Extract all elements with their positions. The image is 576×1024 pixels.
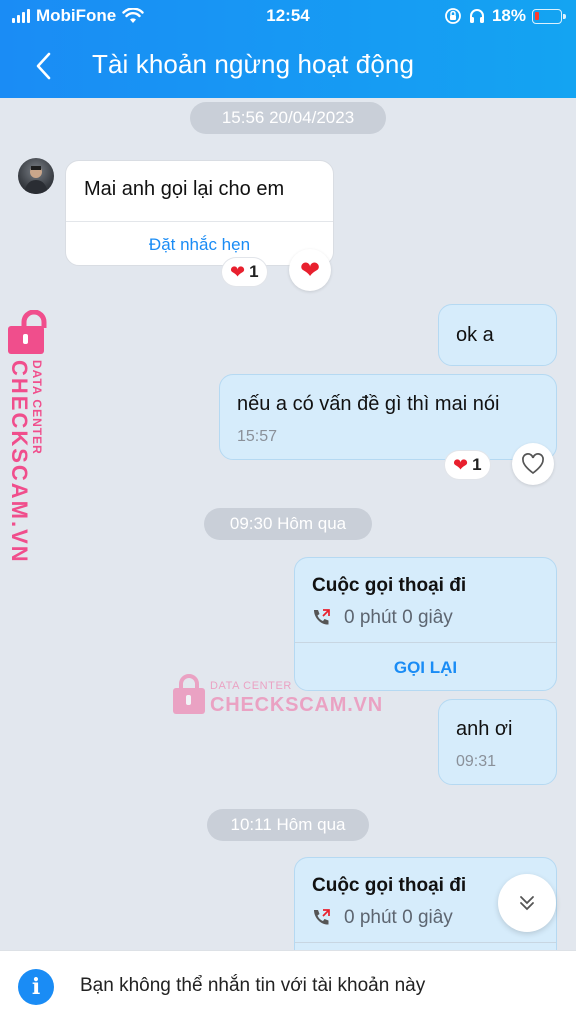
message-time: 15:57: [237, 428, 278, 445]
message-text: nếu a có vấn đề gì thì mai nói: [237, 393, 500, 415]
react-button[interactable]: ❤: [289, 249, 331, 291]
divider: [295, 642, 556, 643]
heart-icon: ❤: [299, 256, 321, 284]
outgoing-message-bubble[interactable]: [219, 374, 557, 460]
chat-area[interactable]: 15:56 20/04/2023 Mai anh gọi lại cho em …: [0, 98, 576, 950]
person-icon: [24, 166, 48, 194]
divider: [295, 942, 556, 943]
outgoing-call-icon: [314, 909, 330, 925]
headphones-icon: [469, 9, 484, 23]
heart-icon: ❤: [230, 261, 246, 282]
reaction-count: 1: [249, 262, 259, 281]
lock-icon: [173, 674, 205, 714]
message-text: ok a: [456, 324, 494, 346]
set-reminder-link[interactable]: Đặt nhắc hẹn: [66, 235, 333, 255]
call-duration-row: 0 phút 0 giây: [310, 907, 453, 929]
rotation-lock-icon: [445, 8, 461, 24]
battery-level: [535, 11, 539, 20]
call-title: Cuộc gọi thoại đi: [312, 875, 467, 896]
watermark-big-text: CHECKSCAM.VN: [7, 360, 32, 564]
status-right: 18%: [444, 6, 566, 26]
message-text: Mai anh gọi lại cho em: [84, 178, 285, 200]
battery-percent: 18%: [491, 6, 526, 25]
double-chevron-down-icon: [520, 896, 534, 911]
battery-icon: [532, 8, 566, 24]
top-bar: MobiFone 12:54 18% Tài khoản ngừng hoạt …: [0, 0, 576, 98]
message-time: 09:31: [456, 753, 497, 770]
heart-outline-icon: [522, 453, 544, 475]
timestamp-pill: 09:30 Hôm qua: [204, 508, 372, 540]
blocked-notice-bar: i Bạn không thể nhắn tin với tài khoản n…: [0, 950, 576, 1024]
reaction-count-badge[interactable]: ❤ 1: [222, 258, 267, 286]
call-duration: 0 phút 0 giây: [344, 907, 453, 928]
watermark-center: DATA CENTER CHECKSCAM.VN: [172, 672, 382, 722]
nav-bar: Tài khoản ngừng hoạt động: [0, 46, 576, 86]
heart-icon: ❤: [453, 454, 469, 475]
lock-icon: [8, 310, 47, 354]
call-title: Cuộc gọi thoại đi: [312, 575, 467, 596]
reaction-count: 1: [472, 455, 482, 474]
scroll-to-bottom-button[interactable]: [498, 874, 556, 932]
react-button[interactable]: [512, 443, 554, 485]
call-duration-row: 0 phút 0 giây: [310, 607, 453, 629]
watermark-small-text: DATA CENTER: [210, 680, 292, 692]
call-duration: 0 phút 0 giây: [344, 607, 453, 628]
back-arrow-icon[interactable]: [30, 48, 60, 84]
watermark-side: DATA CENTER CHECKSCAM.VN: [6, 310, 62, 564]
status-bar: MobiFone 12:54 18%: [0, 0, 576, 32]
timestamp-pill: 10:11 Hôm qua: [207, 809, 369, 841]
divider: [66, 221, 333, 222]
info-icon: i: [18, 969, 54, 1005]
avatar[interactable]: [18, 158, 54, 194]
reaction-count-badge[interactable]: ❤ 1: [445, 451, 490, 479]
outgoing-call-icon: [314, 609, 330, 625]
watermark-big-text: CHECKSCAM.VN: [210, 694, 383, 716]
timestamp-pill: 15:56 20/04/2023: [190, 102, 386, 134]
outgoing-message-bubble[interactable]: [438, 699, 557, 785]
watermark-small-text: DATA CENTER: [30, 360, 44, 455]
blocked-notice-text: Bạn không thể nhắn tin với tài khoản này: [80, 975, 426, 996]
page-title: Tài khoản ngừng hoạt động: [92, 49, 415, 79]
message-text: anh ơi: [456, 718, 513, 740]
